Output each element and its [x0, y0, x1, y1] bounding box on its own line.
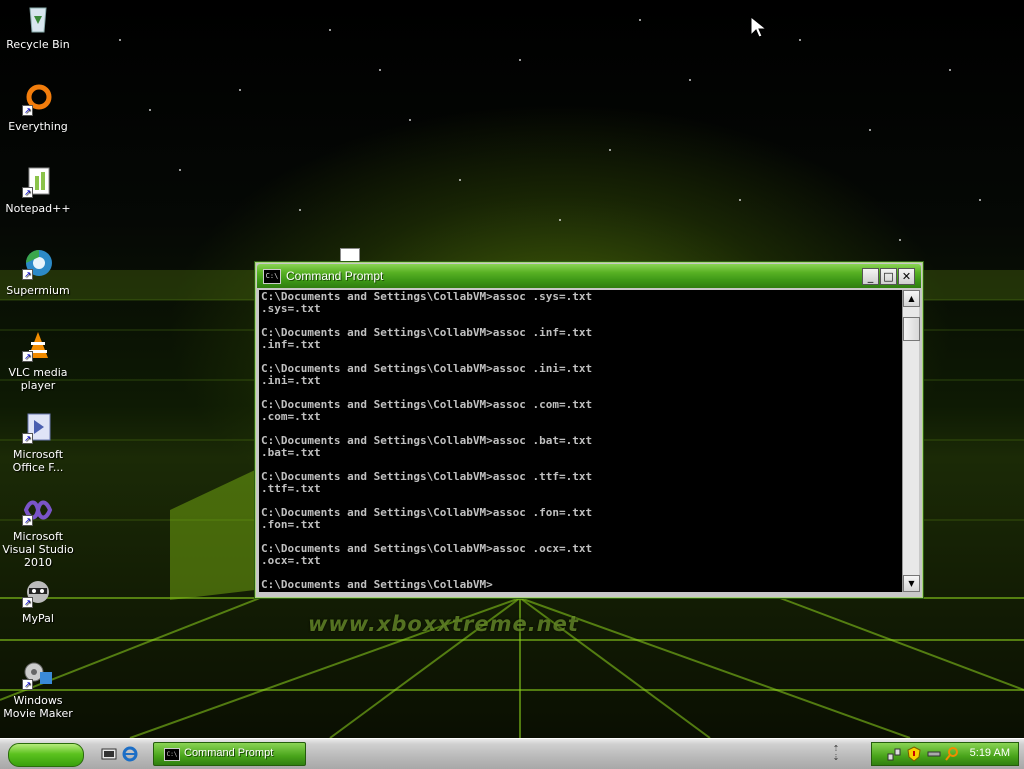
taskbar-button-label: Command Prompt	[184, 747, 274, 759]
desktop: www.xboxxtreme.net Recycle Bin ↗ Everyth…	[0, 0, 1024, 738]
shortcut-arrow-icon: ↗	[22, 187, 33, 198]
network-icon[interactable]	[886, 746, 902, 762]
shortcut-arrow-icon: ↗	[22, 515, 33, 526]
shortcut-arrow-icon: ↗	[22, 105, 33, 116]
desktop-icon-recycle-bin[interactable]: Recycle Bin	[0, 2, 76, 51]
console-output[interactable]: C:\Documents and Settings\CollabVM>assoc…	[259, 290, 902, 592]
desktop-icon-notepad-plus-plus[interactable]: ↗ Notepad++	[0, 166, 76, 215]
desktop-icon-label: Windows Movie Maker	[3, 694, 73, 720]
wallpaper-watermark: www.xboxxtreme.net	[308, 612, 579, 636]
window-titlebar[interactable]: C:\ Command Prompt _ □ ✕	[257, 264, 921, 288]
mypal-raccoon-icon: ↗	[22, 576, 54, 608]
internet-explorer-icon[interactable]	[122, 746, 138, 762]
desktop-icon-vlc[interactable]: ↗ VLC media player	[0, 330, 76, 392]
command-prompt-window[interactable]: C:\ Command Prompt _ □ ✕ C:\Documents an…	[254, 261, 924, 599]
scroll-down-button[interactable]: ▼	[903, 575, 920, 592]
scroll-up-button[interactable]: ▲	[903, 290, 920, 307]
desktop-icon-label: Everything	[8, 120, 68, 133]
vertical-scrollbar[interactable]: ▲ ▼	[902, 290, 920, 592]
recycle-bin-icon	[22, 2, 54, 34]
desktop-icon-label: Recycle Bin	[6, 38, 70, 51]
close-button[interactable]: ✕	[898, 268, 915, 285]
desktop-icon-label: Notepad++	[5, 202, 71, 215]
supermium-icon: ↗	[22, 248, 54, 280]
desktop-icon-label: VLC media player	[8, 366, 68, 392]
start-button[interactable]	[8, 743, 84, 767]
visual-studio-icon: ↗	[22, 494, 54, 526]
usb-device-icon[interactable]	[926, 746, 942, 762]
security-shield-icon[interactable]	[906, 746, 922, 762]
desktop-icon-label: Supermium	[6, 284, 70, 297]
shortcut-arrow-icon: ↗	[22, 351, 33, 362]
shortcut-arrow-icon: ↗	[22, 269, 33, 280]
notepad-plus-plus-icon: ↗	[22, 166, 54, 198]
search-icon[interactable]	[944, 746, 960, 762]
desktop-icon-visual-studio[interactable]: ↗ Microsoft Visual Studio 2010	[0, 494, 76, 569]
scroll-thumb[interactable]	[903, 317, 920, 341]
shortcut-arrow-icon: ↗	[22, 597, 33, 608]
shortcut-arrow-icon: ↗	[22, 679, 33, 690]
desktop-icon-everything[interactable]: ↗ Everything	[0, 84, 76, 133]
window-title: Command Prompt	[286, 269, 384, 283]
command-prompt-icon: C:\	[164, 748, 180, 761]
shortcut-arrow-icon: ↗	[22, 433, 33, 444]
desktop-icon-label: Microsoft Visual Studio 2010	[2, 530, 74, 569]
show-desktop-icon[interactable]	[101, 746, 117, 762]
command-prompt-icon: C:\	[263, 269, 281, 284]
desktop-icon-label: MyPal	[22, 612, 54, 625]
system-tray: 5:19 AM	[871, 742, 1019, 766]
desktop-icon-mypal[interactable]: ↗ MyPal	[0, 576, 76, 625]
desktop-icon-microsoft-office[interactable]: ↗ Microsoft Office F...	[0, 412, 76, 474]
desktop-icon-label: Microsoft Office F...	[12, 448, 64, 474]
desktop-icon-windows-movie-maker[interactable]: ↗ Windows Movie Maker	[0, 658, 76, 720]
desktop-icon-supermium[interactable]: ↗ Supermium	[0, 248, 76, 297]
movie-maker-icon: ↗	[22, 658, 54, 690]
maximize-button[interactable]: □	[880, 268, 897, 285]
taskbar: C:\ Command Prompt ⇡ ⇣ 5:19 AM	[0, 738, 1024, 769]
everything-icon: ↗	[22, 84, 54, 116]
console-text: C:\Documents and Settings\CollabVM>assoc…	[261, 290, 593, 591]
tray-expand-chevron-icon[interactable]: ⇡ ⇣	[831, 744, 841, 762]
office-frontpage-icon: ↗	[22, 412, 54, 444]
clock[interactable]: 5:19 AM	[970, 747, 1010, 759]
mouse-cursor-icon	[750, 16, 768, 38]
minimize-button[interactable]: _	[862, 268, 879, 285]
taskbar-button-command-prompt[interactable]: C:\ Command Prompt	[153, 742, 306, 766]
vlc-cone-icon: ↗	[22, 330, 54, 362]
